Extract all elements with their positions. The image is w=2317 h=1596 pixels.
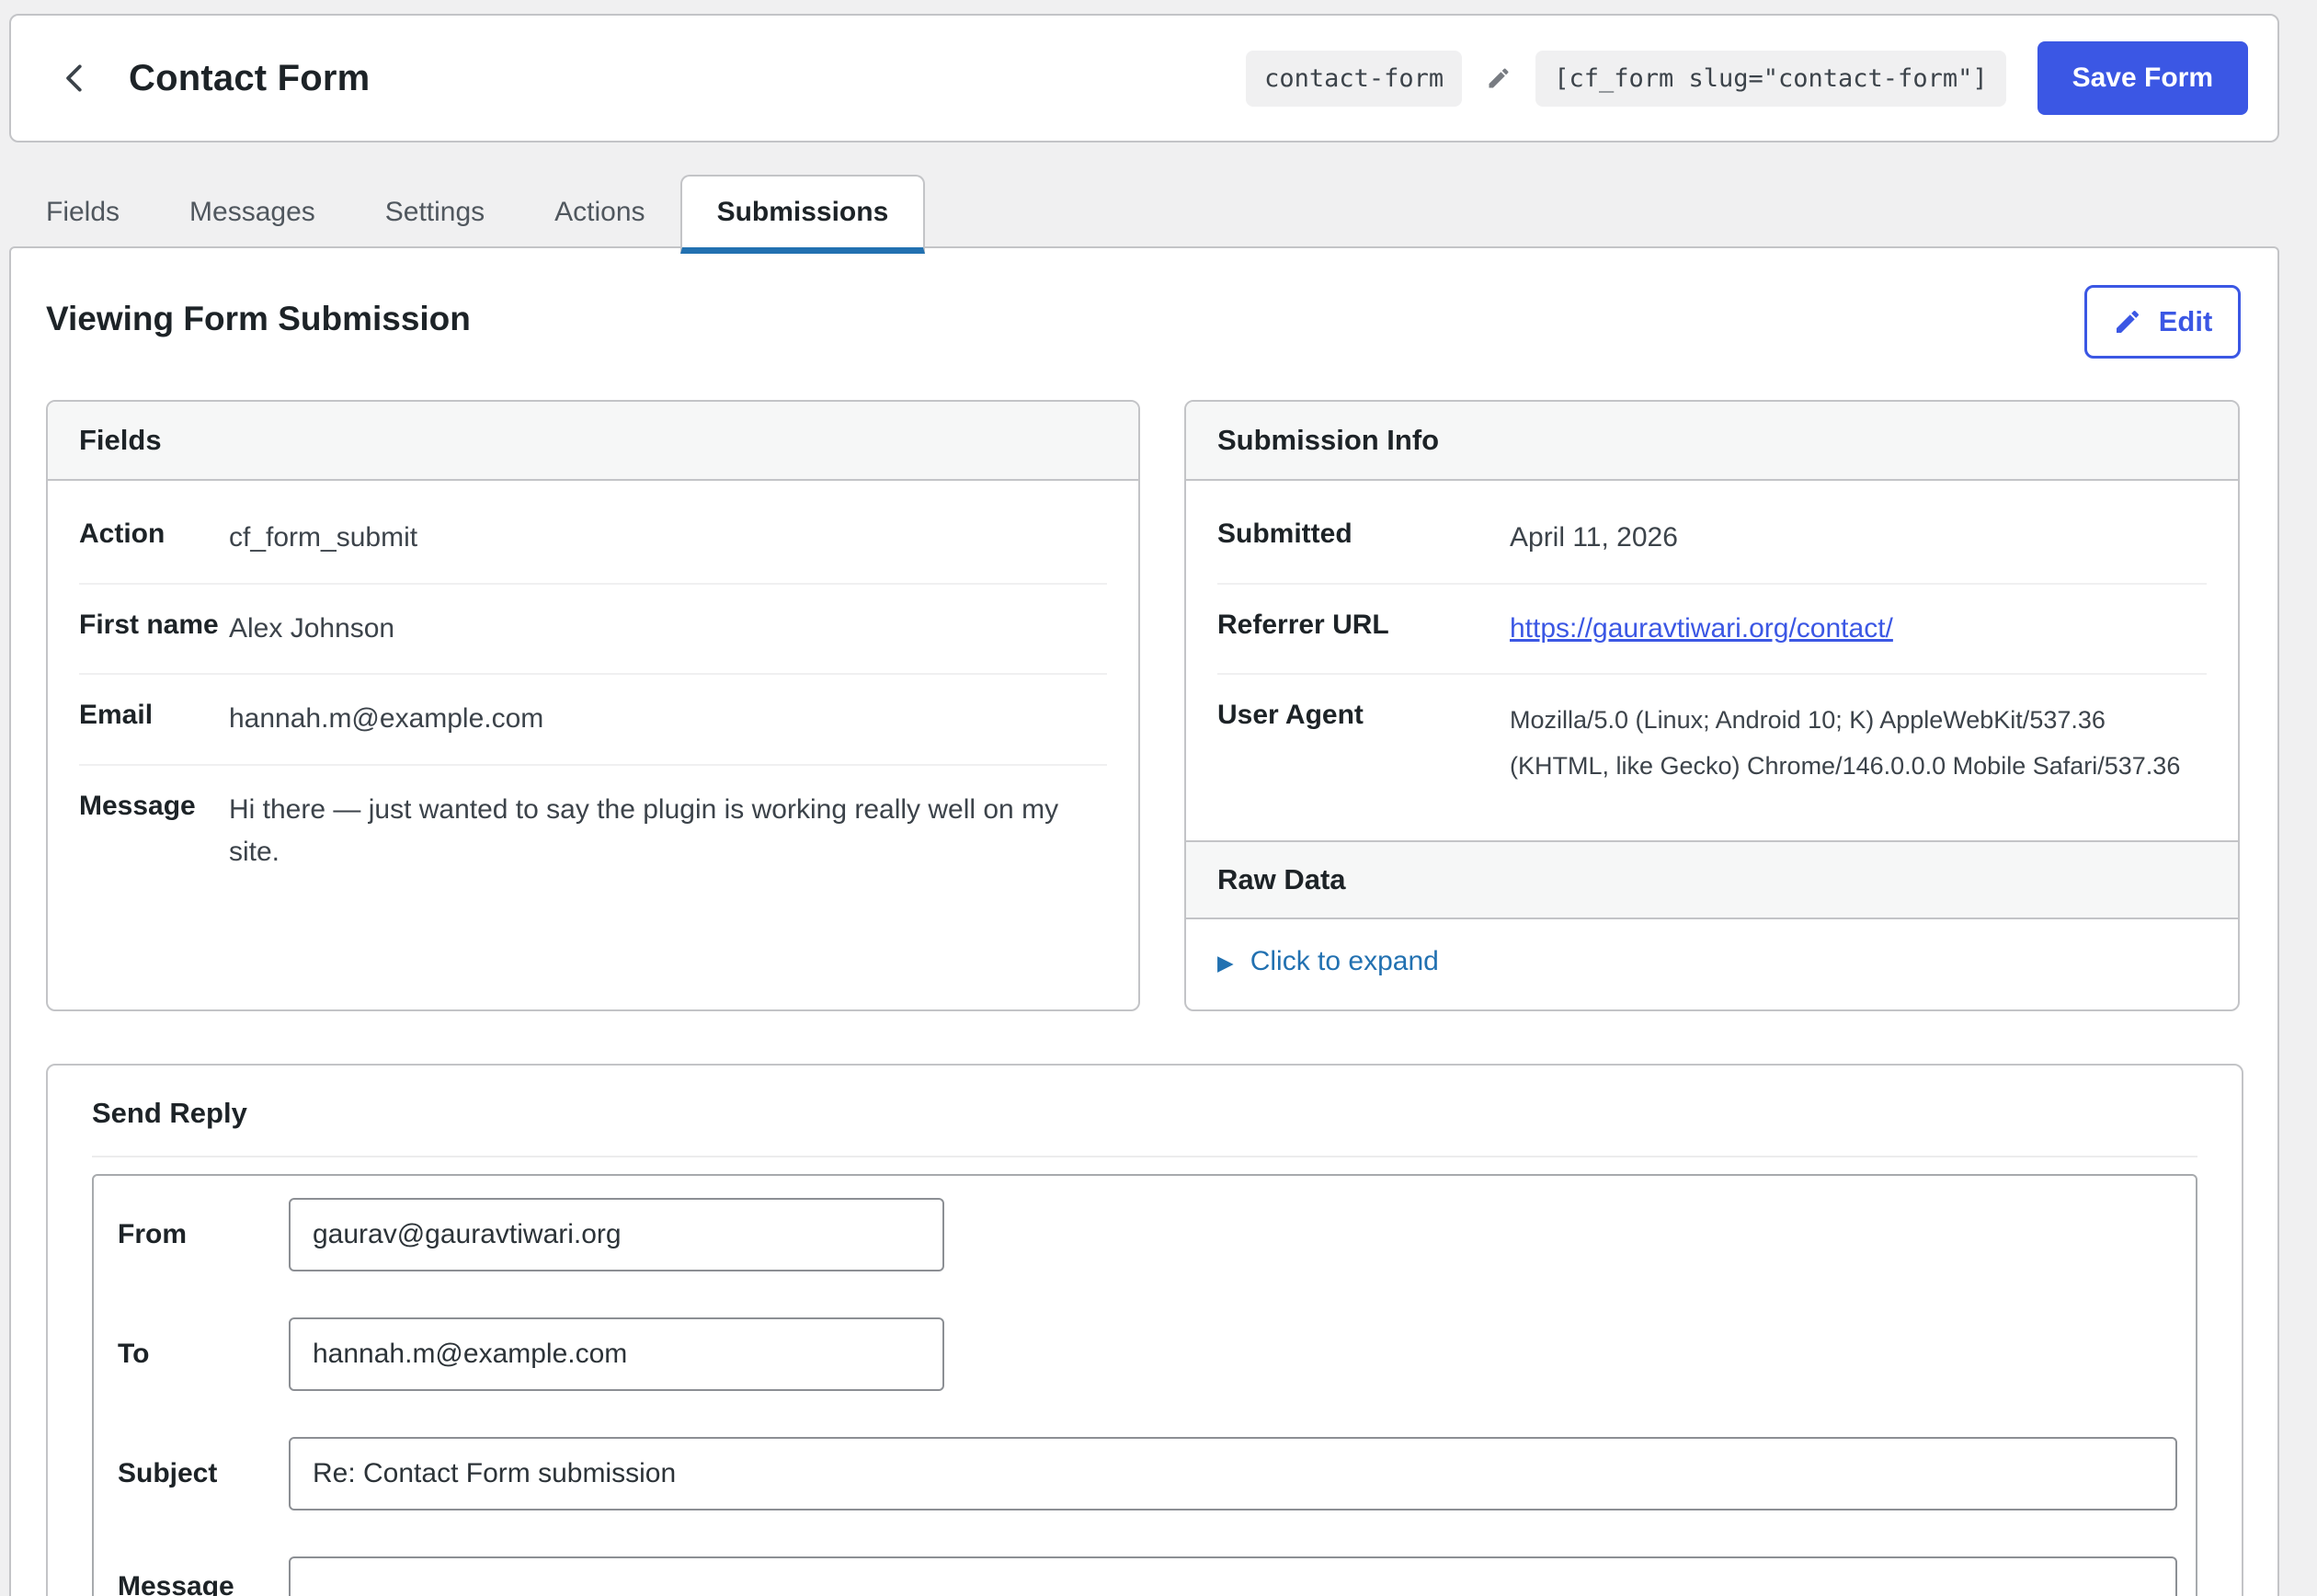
tab-fields[interactable]: Fields [11, 175, 154, 250]
reply-fieldset: From To Subject Message [92, 1174, 2197, 1596]
row-value: cf_form_submit [229, 517, 417, 560]
table-row: Referrer URL https://gauravtiwari.org/co… [1217, 583, 2207, 674]
raw-data-expand-toggle[interactable]: ▶ Click to expand [1217, 946, 1439, 977]
content-panel: Viewing Form Submission Edit Fields Acti… [9, 246, 2279, 1596]
divider [92, 1156, 2197, 1157]
submission-info-rows: Submitted April 11, 2026 Referrer URL ht… [1186, 481, 2238, 813]
triangle-right-icon: ▶ [1217, 952, 1234, 974]
tab-bar: Fields Messages Settings Actions Submiss… [11, 175, 925, 250]
row-label: Email [79, 698, 229, 731]
row-label: Message [79, 789, 229, 822]
message-label: Message [118, 1556, 289, 1596]
row-label: Submitted [1217, 517, 1510, 550]
page: Contact Form contact-form [cf_form slug=… [0, 0, 2317, 1596]
from-field[interactable] [289, 1198, 944, 1271]
table-row: Action cf_form_submit [79, 494, 1107, 583]
section-title: Viewing Form Submission [46, 300, 471, 338]
row-value: hannah.m@example.com [229, 698, 543, 741]
pencil-icon [2113, 307, 2142, 336]
fields-card-title: Fields [48, 402, 1138, 481]
table-row: User Agent Mozilla/5.0 (Linux; Android 1… [1217, 673, 2207, 813]
header-actions: contact-form [cf_form slug="contact-form… [1246, 41, 2248, 115]
chevron-left-icon [58, 61, 93, 96]
reply-row-subject: Subject [118, 1437, 2177, 1510]
row-label: First name [79, 608, 229, 641]
tab-submissions[interactable]: Submissions [680, 175, 926, 254]
edit-button-label: Edit [2159, 305, 2213, 338]
edit-button[interactable]: Edit [2084, 285, 2241, 359]
submission-info-title: Submission Info [1186, 402, 2238, 481]
reply-row-to: To [118, 1317, 2177, 1391]
to-field[interactable] [289, 1317, 944, 1391]
table-row: Message Hi there — just wanted to say th… [79, 764, 1107, 897]
tab-actions[interactable]: Actions [519, 175, 679, 250]
submission-info-card: Submission Info Submitted April 11, 2026… [1184, 400, 2240, 1011]
save-form-button[interactable]: Save Form [2037, 41, 2248, 115]
user-agent-value: Mozilla/5.0 (Linux; Android 10; K) Apple… [1510, 698, 2207, 790]
back-button[interactable] [50, 52, 101, 104]
send-reply-card: Send Reply From To Subject Message [46, 1064, 2243, 1596]
expand-label: Click to expand [1250, 946, 1439, 977]
table-row: First name Alex Johnson [79, 583, 1107, 674]
header-bar: Contact Form contact-form [cf_form slug=… [9, 14, 2279, 142]
edit-slug-button[interactable] [1486, 65, 1512, 91]
row-value: Hi there — just wanted to say the plugin… [229, 789, 1093, 874]
from-label: From [118, 1219, 289, 1250]
row-label: User Agent [1217, 698, 1510, 731]
row-label: Action [79, 517, 229, 550]
to-label: To [118, 1339, 289, 1370]
subject-field[interactable] [289, 1437, 2177, 1510]
subject-label: Subject [118, 1458, 289, 1489]
table-row: Email hannah.m@example.com [79, 673, 1107, 764]
row-value: Alex Johnson [229, 608, 394, 651]
pencil-icon [1486, 65, 1512, 91]
shortcode-badge: [cf_form slug="contact-form"] [1535, 51, 2005, 107]
fields-card: Fields Action cf_form_submit First name … [46, 400, 1140, 1011]
row-label: Referrer URL [1217, 608, 1510, 641]
page-title: Contact Form [129, 58, 370, 99]
reply-row-from: From [118, 1198, 2177, 1271]
raw-data-header: Raw Data [1186, 840, 2238, 919]
slug-badge: contact-form [1246, 51, 1462, 107]
tab-messages[interactable]: Messages [154, 175, 350, 250]
referrer-url-link[interactable]: https://gauravtiwari.org/contact/ [1510, 608, 1893, 651]
row-value: April 11, 2026 [1510, 517, 1678, 560]
message-field[interactable] [289, 1556, 2177, 1596]
reply-row-message: Message [118, 1556, 2177, 1596]
tab-settings[interactable]: Settings [350, 175, 519, 250]
fields-rows: Action cf_form_submit First name Alex Jo… [48, 481, 1138, 897]
table-row: Submitted April 11, 2026 [1217, 494, 2207, 583]
cards-row: Fields Action cf_form_submit First name … [46, 400, 2240, 1011]
send-reply-title: Send Reply [92, 1093, 2197, 1130]
